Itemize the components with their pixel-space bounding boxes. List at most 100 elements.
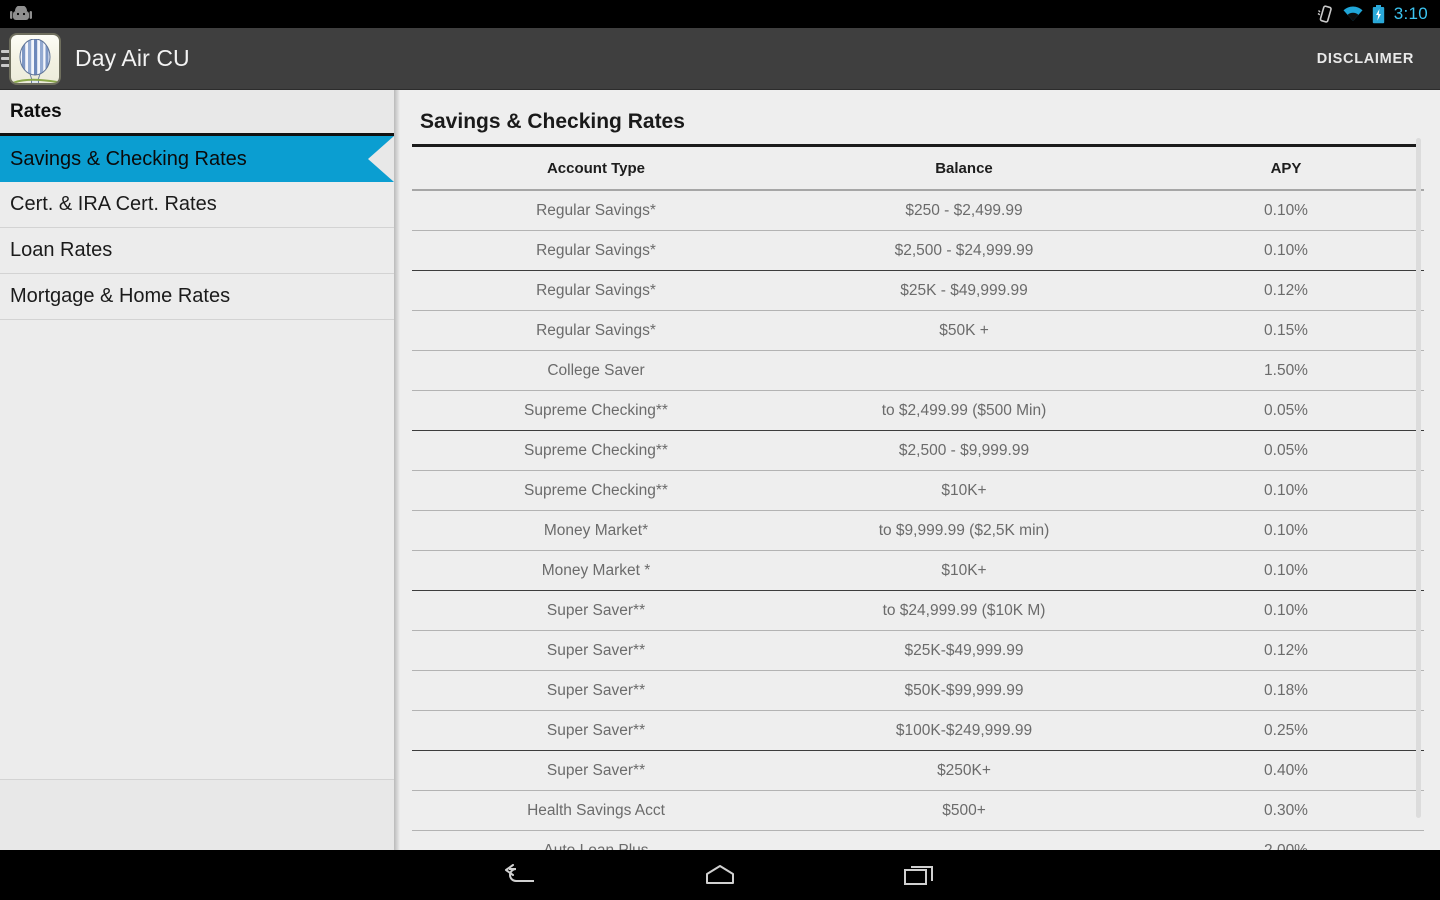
wifi-icon [1343, 6, 1363, 22]
account-type-cell: Super Saver** [412, 590, 780, 631]
balance-cell: $10K+ [780, 550, 1148, 591]
device-screen: 3:10 Day Air CU DISCLAIMER Rates Savings… [0, 0, 1440, 900]
back-icon [505, 864, 534, 882]
account-type-cell: College Saver [412, 350, 780, 391]
selected-chevron-notch [368, 136, 394, 182]
table-row: Money Market* to $9,999.99 ($2,5K min) 0.1… [412, 510, 1424, 551]
sidebar: Rates Savings & Checking Rates Cert. & I… [0, 90, 400, 850]
table-row: Auto Loan Plus-2.00% [412, 830, 1424, 850]
home-icon [706, 865, 734, 884]
android-navigation-bar [0, 850, 1440, 900]
apy-cell: 0.10% [1148, 230, 1424, 271]
table-row: Super Saver** to $24,999.99 ($10K M) 0.10% [412, 590, 1424, 631]
sidebar-header-label: Rates [10, 100, 62, 122]
account-type-cell: Regular Savings* [412, 190, 780, 231]
home-button[interactable] [685, 855, 755, 895]
table-row: Super Saver** $100K-$249,999.99 0.25% [412, 710, 1424, 751]
balance-cell: $2,500 - $9,999.99 [780, 430, 1148, 471]
table-row: Super Saver** $250K+ 0.40% [412, 750, 1424, 791]
apy-cell: 0.15% [1148, 310, 1424, 351]
balance-cell: $10K+ [780, 470, 1148, 511]
account-type-cell: Supreme Checking** [412, 390, 780, 431]
rates-table: Account Type Balance APY Regular Savings… [412, 147, 1424, 850]
status-bar-left [10, 6, 32, 22]
app-title: Day Air CU [75, 45, 190, 71]
account-type-cell: Health Savings Acct [412, 790, 780, 831]
account-type-cell: Super Saver** [412, 670, 780, 711]
balance-cell: - [780, 830, 1148, 850]
action-bar: Day Air CU DISCLAIMER [0, 28, 1440, 90]
account-type-cell: Super Saver** [412, 750, 780, 791]
account-type-cell: Money Market * [412, 550, 780, 591]
table-header-row: Account Type Balance APY [412, 147, 1424, 191]
account-type-cell: Supreme Checking** [412, 430, 780, 471]
sidebar-item-label: Mortgage & Home Rates [10, 285, 231, 307]
table-row: College Saver 1.50% [412, 350, 1424, 391]
sidebar-item-savings-checking-rates[interactable]: Savings & Checking Rates [0, 136, 394, 182]
apy-cell: 0.40% [1148, 750, 1424, 791]
balance-cell: to $9,999.99 ($2,5K min) [780, 510, 1148, 551]
apy-cell: 0.05% [1148, 430, 1424, 471]
sidebar-item-loan-rates[interactable]: Loan Rates [0, 228, 394, 274]
apy-cell: 0.10% [1148, 470, 1424, 511]
account-type-cell: Supreme Checking** [412, 470, 780, 511]
vibrate-icon [1317, 5, 1332, 23]
recents-button[interactable] [885, 855, 955, 895]
table-row: Regular Savings* $250 - $2,499.99 0.10% [412, 190, 1424, 231]
column-header-account-type: Account Type [412, 147, 780, 191]
sidebar-item-cert-ira-cert-rates[interactable]: Cert. & IRA Cert. Rates [0, 182, 394, 228]
balance-cell: $250 - $2,499.99 [780, 190, 1148, 231]
balance-cell: $500+ [780, 790, 1148, 831]
rates-table-body: Regular Savings* $250 - $2,499.99 0.10% Reg… [412, 190, 1424, 850]
hot-air-balloon-logo[interactable] [9, 32, 61, 85]
apy-cell: 0.05% [1148, 390, 1424, 431]
table-row: Health Savings Acct $500+ 0.30% [412, 790, 1424, 831]
column-header-apy: APY [1148, 147, 1424, 191]
apy-cell: 2.00% [1148, 830, 1424, 850]
account-type-cell: Money Market* [412, 510, 780, 551]
table-row: Regular Savings* $50K +0.15% [412, 310, 1424, 351]
account-type-cell: Regular Savings* [412, 230, 780, 271]
balance-cell: $100K-$249,999.99 [780, 710, 1148, 751]
table-row: Supreme Checking** $10K+ 0.10% [412, 470, 1424, 511]
main-panel: Savings & Checking Rates Account Type Ba… [400, 90, 1440, 850]
status-bar-right: 3:10 [1317, 4, 1428, 24]
account-type-cell: Regular Savings* [412, 310, 780, 351]
apy-cell: 0.30% [1148, 790, 1424, 831]
column-header-balance: Balance [780, 147, 1148, 191]
sidebar-item-label: Savings & Checking Rates [10, 147, 247, 170]
disclaimer-button[interactable]: DISCLAIMER [1309, 41, 1422, 77]
vertical-scrollbar[interactable] [1416, 138, 1421, 818]
table-row: Supreme Checking** $2,500 - $9,999.99 0.05… [412, 430, 1424, 471]
status-bar: 3:10 [0, 0, 1440, 28]
table-row: Supreme Checking** to $2,499.99 ($500 Min… [412, 390, 1424, 431]
balance-cell [780, 350, 1148, 391]
apy-cell: 0.10% [1148, 190, 1424, 231]
apy-cell: 0.10% [1148, 510, 1424, 551]
balance-cell: $25K - $49,999.99 [780, 270, 1148, 311]
page-title: Savings & Checking Rates [420, 110, 685, 133]
account-type-cell: Super Saver** [412, 630, 780, 671]
balance-cell: $50K-$99,999.99 [780, 670, 1148, 711]
apy-cell: 0.12% [1148, 270, 1424, 311]
sidebar-item-label: Loan Rates [10, 239, 113, 261]
apy-cell: 0.10% [1148, 590, 1424, 631]
sidebar-header: Rates [0, 90, 394, 136]
sidebar-item-mortgage-home-rates[interactable]: Mortgage & Home Rates [0, 274, 394, 320]
recents-icon [904, 866, 933, 885]
account-type-cell: Super Saver** [412, 710, 780, 751]
battery-charging-icon [1372, 4, 1384, 23]
table-row: Money Market * $10K+ 0.10% [412, 550, 1424, 591]
balance-cell: to $24,999.99 ($10K M) [780, 590, 1148, 631]
account-type-cell: Regular Savings* [412, 270, 780, 311]
table-row: Regular Savings* $2,500 - $24,999.99 0.10% [412, 230, 1424, 271]
back-button[interactable] [485, 855, 555, 895]
balance-cell: $2,500 - $24,999.99 [780, 230, 1148, 271]
table-row: Super Saver** $25K-$49,999.99 0.12% [412, 630, 1424, 671]
account-type-cell: Auto Loan Plus [412, 830, 780, 850]
status-bar-clock: 3:10 [1393, 4, 1428, 23]
apy-cell: 0.25% [1148, 710, 1424, 751]
content-area: Rates Savings & Checking Rates Cert. & I… [0, 90, 1440, 850]
apy-cell: 0.12% [1148, 630, 1424, 671]
apy-cell: 0.10% [1148, 550, 1424, 591]
